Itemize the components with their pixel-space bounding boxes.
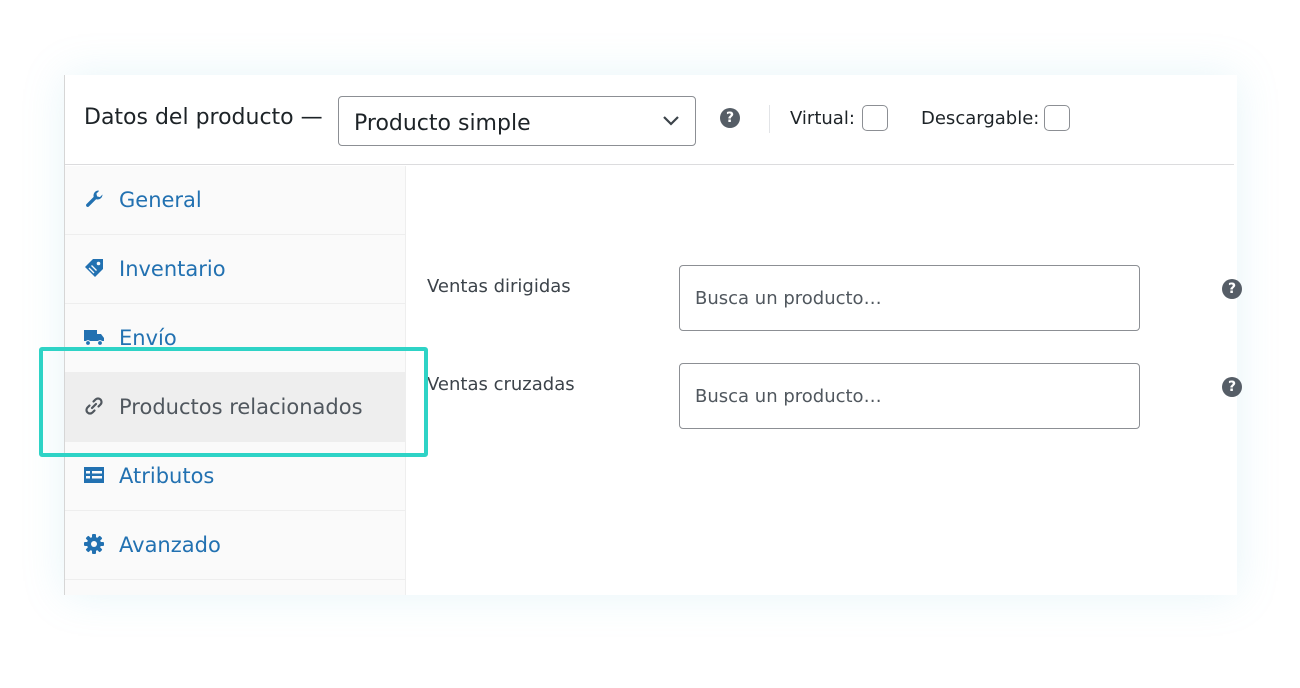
upsells-search-input[interactable]: [679, 265, 1140, 331]
tab-label: Atributos: [119, 464, 215, 488]
wrench-icon: [86, 190, 103, 207]
truck-icon: [84, 330, 104, 346]
tab-label: General: [119, 188, 202, 212]
virtual-label: Virtual:: [790, 108, 855, 129]
tab-label: Inventario: [119, 257, 226, 281]
link-icon: [85, 397, 103, 415]
virtual-checkbox[interactable]: [862, 105, 888, 131]
upsells-label: Ventas dirigidas: [427, 276, 571, 297]
panel-title: Datos del producto —: [84, 105, 323, 130]
tab-general[interactable]: General: [65, 166, 405, 235]
tab-atributos[interactable]: Atributos: [65, 442, 405, 511]
help-icon[interactable]: ?: [1222, 279, 1242, 299]
tab-label: Avanzado: [119, 533, 221, 557]
related-products-panel: Ventas dirigidas ? Ventas cruzadas ?: [406, 166, 1242, 595]
product-data-header: Datos del producto — Producto simple ? V…: [65, 75, 1234, 165]
crosssells-search-input[interactable]: [679, 363, 1140, 429]
tab-productos-relacionados[interactable]: Productos relacionados: [65, 373, 405, 442]
tab-avanzado[interactable]: Avanzado: [65, 511, 405, 580]
help-icon[interactable]: ?: [720, 108, 740, 128]
downloadable-label: Descargable:: [921, 108, 1040, 129]
crosssells-label: Ventas cruzadas: [427, 374, 575, 395]
tab-label: Envío: [119, 326, 177, 350]
product-type-value: Producto simple: [354, 111, 531, 136]
product-data-panel: Datos del producto — Producto simple ? V…: [64, 75, 1242, 595]
chevron-down-icon: [663, 116, 679, 126]
list-table-icon: [84, 467, 104, 483]
downloadable-checkbox[interactable]: [1044, 105, 1070, 131]
tab-envio[interactable]: Envío: [65, 304, 405, 373]
help-icon[interactable]: ?: [1222, 377, 1242, 397]
gear-icon: [84, 534, 104, 554]
header-divider: [769, 105, 770, 133]
tab-inventario[interactable]: Inventario: [65, 235, 405, 304]
tab-label: Productos relacionados: [119, 395, 363, 419]
tag-icon: [85, 259, 103, 277]
product-type-select[interactable]: Producto simple: [338, 96, 696, 146]
product-data-tabs: General Inventario Envío Productos relac…: [65, 166, 406, 595]
